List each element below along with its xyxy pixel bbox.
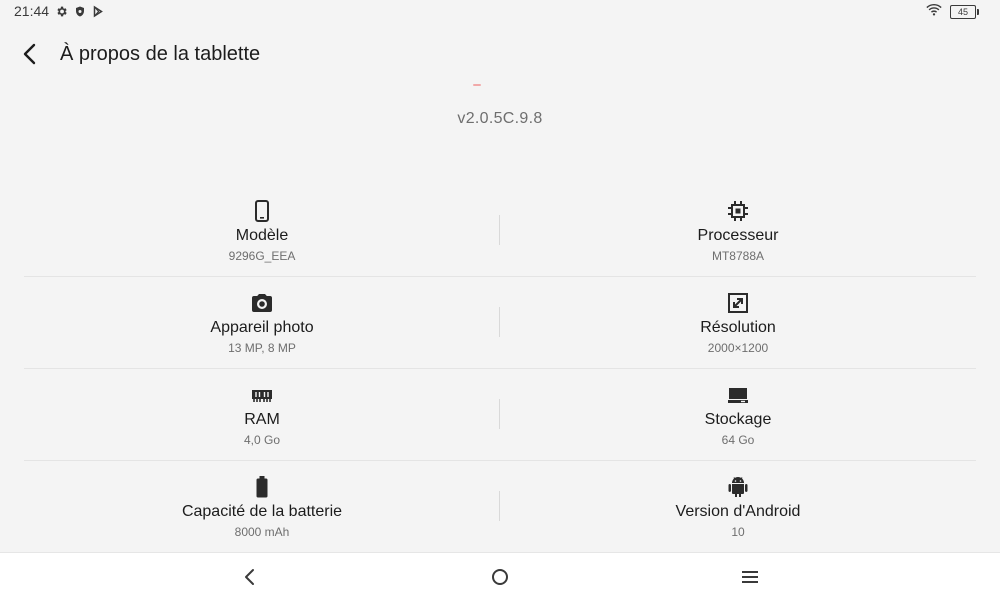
nav-menu-button[interactable]	[738, 565, 762, 589]
spec-value: 10	[731, 525, 745, 539]
gear-icon	[55, 5, 68, 18]
resize-icon	[728, 293, 748, 313]
spec-label: Résolution	[700, 319, 776, 336]
status-left: 21:44	[14, 3, 104, 19]
back-icon	[245, 569, 254, 585]
battery-indicator: 45	[950, 5, 979, 19]
spec-camera[interactable]: Appareil photo 13 MP, 8 MP	[24, 277, 500, 368]
back-arrow-icon	[23, 43, 36, 65]
device-specs-grid: Modèle 9296G_EEA Processeur MT8788A Appa…	[24, 185, 976, 552]
system-navigation-bar	[0, 552, 1000, 601]
nav-back-button[interactable]	[238, 565, 262, 589]
spec-android-version[interactable]: Version d'Android 10	[500, 461, 976, 552]
home-icon	[492, 569, 508, 585]
spec-storage[interactable]: Stockage 64 Go	[500, 369, 976, 460]
status-right: 45	[926, 3, 979, 21]
spec-label: Modèle	[235, 227, 289, 244]
shield-icon	[74, 5, 86, 18]
battery-level: 45	[957, 7, 968, 17]
spec-label: Stockage	[704, 411, 772, 428]
spec-battery[interactable]: Capacité de la batterie 8000 mAh	[24, 461, 500, 552]
spec-label: RAM	[244, 411, 280, 428]
spec-value: 2000×1200	[707, 341, 769, 355]
memory-icon	[252, 390, 272, 402]
spec-value: 64 Go	[721, 433, 755, 447]
back-button[interactable]	[14, 38, 46, 70]
phone-icon	[255, 200, 269, 222]
android-icon	[728, 477, 748, 497]
spec-label: Capacité de la batterie	[181, 503, 343, 520]
battery-icon	[256, 476, 268, 498]
spec-model[interactable]: Modèle 9296G_EEA	[24, 185, 500, 276]
spec-value: 4,0 Go	[243, 433, 281, 447]
wifi-icon	[926, 3, 942, 21]
camera-icon	[252, 294, 272, 312]
spec-row: Appareil photo 13 MP, 8 MP Résolution 20…	[24, 277, 976, 369]
status-time: 21:44	[14, 3, 50, 19]
spec-value: 13 MP, 8 MP	[228, 341, 296, 355]
menu-icon	[742, 571, 758, 583]
spec-value: MT8788A	[711, 249, 765, 263]
spec-processor[interactable]: Processeur MT8788A	[500, 185, 976, 276]
status-bar: 21:44 45	[0, 0, 1000, 24]
play-store-icon	[92, 5, 104, 18]
app-bar: À propos de la tablette	[0, 30, 1000, 80]
page-title: À propos de la tablette	[60, 43, 261, 65]
chip-icon	[728, 201, 748, 221]
spec-label: Processeur	[697, 227, 779, 244]
storage-icon	[728, 388, 748, 403]
spec-row: Capacité de la batterie 8000 mAh Version…	[24, 461, 976, 552]
spec-row: RAM 4,0 Go Stockage 64 Go	[24, 369, 976, 461]
spec-value: 9296G_EEA	[228, 249, 296, 263]
spec-ram[interactable]: RAM 4,0 Go	[24, 369, 500, 460]
software-version: v2.0.5C.9.8	[457, 110, 543, 127]
spec-label: Appareil photo	[210, 319, 314, 336]
spec-row: Modèle 9296G_EEA Processeur MT8788A	[24, 185, 976, 277]
spec-label: Version d'Android	[675, 503, 801, 520]
brand-logo-fragment	[473, 84, 481, 86]
spec-resolution[interactable]: Résolution 2000×1200	[500, 277, 976, 368]
spec-value: 8000 mAh	[234, 525, 290, 539]
nav-home-button[interactable]	[488, 565, 512, 589]
